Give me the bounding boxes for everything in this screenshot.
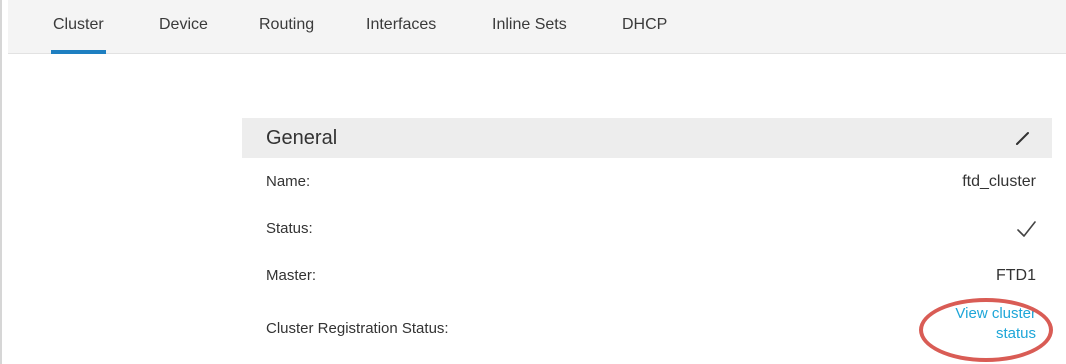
name-row: Name: ftd_cluster xyxy=(242,170,1052,194)
tab-cluster[interactable]: Cluster xyxy=(51,0,106,54)
pencil-icon[interactable] xyxy=(1014,129,1032,147)
view-cluster-status-link[interactable]: View cluster status xyxy=(926,304,1036,344)
status-label: Status: xyxy=(266,220,313,237)
tab-dhcp[interactable]: DHCP xyxy=(622,0,667,54)
device-tab-bar: Cluster Device Routing Interfaces Inline… xyxy=(8,0,1066,54)
status-row: Status: xyxy=(242,217,1052,241)
general-panel: General Name: ftd_cluster Status: Master… xyxy=(242,118,1052,364)
master-value: FTD1 xyxy=(996,267,1036,284)
master-label: Master: xyxy=(266,267,317,284)
tab-interfaces[interactable]: Interfaces xyxy=(366,0,436,54)
master-row: Master: FTD1 xyxy=(242,264,1052,288)
tab-routing[interactable]: Routing xyxy=(259,0,314,54)
name-label: Name: xyxy=(266,173,311,190)
checkmark-icon xyxy=(1017,221,1036,237)
left-edge-border xyxy=(0,0,2,364)
tab-device[interactable]: Device xyxy=(159,0,208,54)
general-panel-title: General xyxy=(266,127,338,149)
cluster-registration-label: Cluster Registration Status: xyxy=(266,320,449,337)
tab-inline-sets[interactable]: Inline Sets xyxy=(492,0,567,54)
general-panel-header: General xyxy=(242,118,1052,158)
name-value: ftd_cluster xyxy=(962,173,1036,190)
